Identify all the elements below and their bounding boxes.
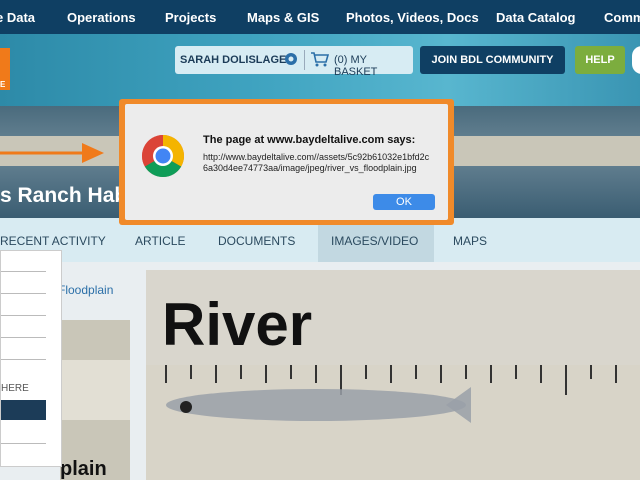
dropdown-menu: HERE — [0, 250, 62, 467]
tab-images-video[interactable]: IMAGES/VIDEO — [331, 234, 418, 248]
menu-item-selected[interactable] — [1, 400, 46, 420]
top-nav: e Data Operations Projects Maps & GIS Ph… — [0, 0, 640, 34]
main-photo[interactable]: River — [146, 270, 640, 480]
basket-link[interactable]: (0) MY BASKET — [334, 54, 413, 78]
ruler-ticks — [165, 365, 617, 423]
gear-icon[interactable] — [283, 51, 299, 72]
menu-item-here[interactable]: HERE — [1, 383, 29, 394]
menu-divider — [1, 443, 46, 444]
user-box: SARAH DOLISLAGER (0) MY BASKET — [175, 46, 413, 78]
dialog-heading: The page at www.baydeltalive.com says: — [203, 134, 416, 146]
cart-icon[interactable] — [310, 51, 330, 72]
menu-divider — [1, 271, 46, 272]
site-header: E SARAH DOLISLAGER (0) MY BASKET JOIN BD… — [0, 34, 640, 106]
join-community-button[interactable]: JOIN BDL COMMUNITY — [420, 46, 565, 74]
nav-item-data[interactable]: e Data — [0, 10, 35, 25]
tab-documents[interactable]: DOCUMENTS — [218, 234, 295, 248]
nav-item-operations[interactable]: Operations — [67, 10, 136, 25]
photo-ruler — [146, 365, 640, 480]
tab-maps[interactable]: MAPS — [453, 234, 487, 248]
help-button[interactable]: HELP — [575, 46, 625, 74]
nav-item-maps-gis[interactable]: Maps & GIS — [247, 10, 319, 25]
alert-dialog: The page at www.baydeltalive.com says: h… — [125, 104, 448, 220]
menu-divider — [1, 337, 46, 338]
dialog-message: http://www.baydeltalive.com//assets/5c92… — [203, 152, 430, 173]
nav-item-community[interactable]: Comm — [604, 10, 640, 25]
project-title: s Ranch Hab — [0, 184, 128, 207]
logo-text: E — [0, 80, 6, 89]
photo-label: River — [162, 291, 313, 358]
thumb-text: plain — [60, 458, 107, 480]
floodplain-link[interactable]: Floodplain — [58, 283, 113, 297]
user-name[interactable]: SARAH DOLISLAGER — [180, 54, 294, 66]
menu-divider — [1, 359, 46, 360]
ok-button[interactable]: OK — [373, 194, 435, 210]
divider — [304, 50, 305, 70]
tab-recent-activity[interactable]: RECENT ACTIVITY — [0, 234, 106, 248]
thumb-ruler — [60, 360, 130, 420]
menu-divider — [1, 315, 46, 316]
profile-circle[interactable] — [632, 46, 640, 74]
nav-item-photos-videos-docs[interactable]: Photos, Videos, Docs — [346, 10, 479, 25]
arrow-right-icon — [0, 143, 104, 163]
nav-item-projects[interactable]: Projects — [165, 10, 216, 25]
tab-article[interactable]: ARTICLE — [135, 234, 185, 248]
thumbnail-image[interactable]: plain — [60, 320, 130, 480]
chrome-icon — [141, 135, 185, 178]
nav-item-data-catalog[interactable]: Data Catalog — [496, 10, 575, 25]
menu-divider — [1, 293, 46, 294]
